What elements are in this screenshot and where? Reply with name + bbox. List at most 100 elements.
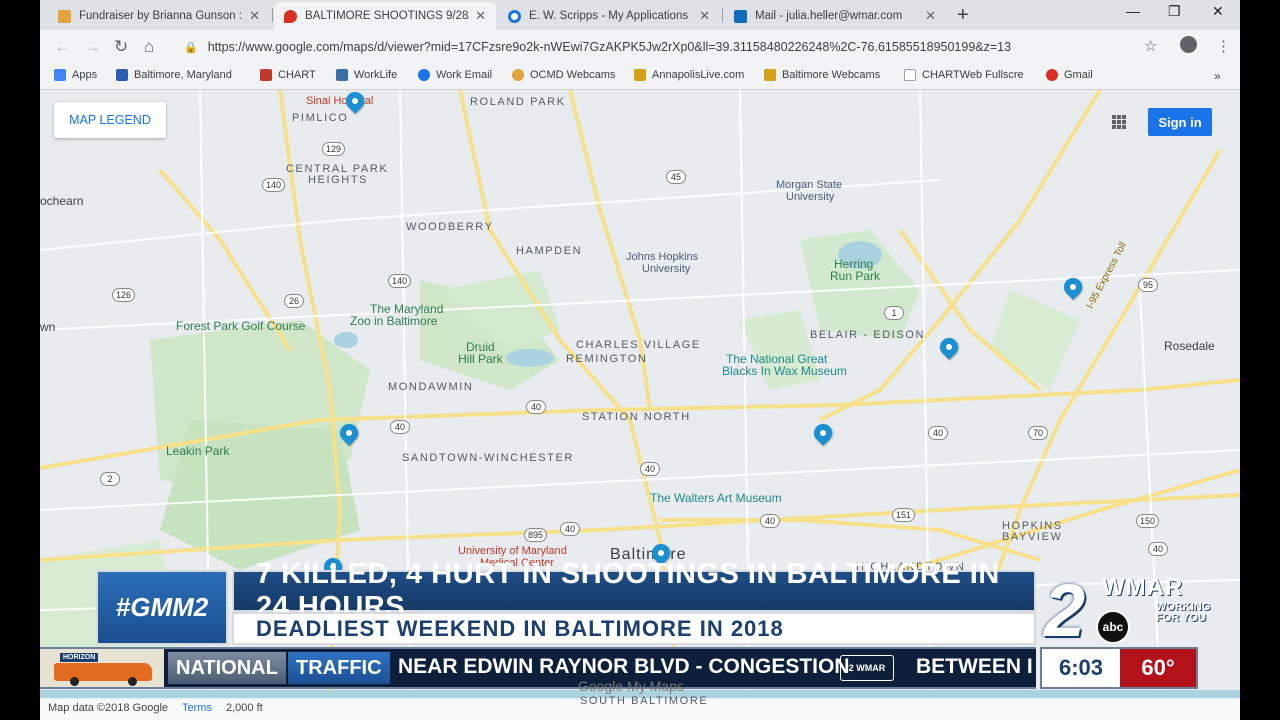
clock: 6:03: [1042, 649, 1120, 687]
route-shield: 140: [262, 178, 286, 192]
route-shield: 151: [892, 508, 916, 522]
headline: 7 KILLED, 4 HURT IN SHOOTINGS IN BALTIMO…: [232, 558, 1036, 623]
bookmark-gmail[interactable]: Gmail: [1046, 69, 1093, 81]
route-shield: 1: [884, 306, 904, 320]
label-hampden: HAMPDEN: [516, 245, 583, 257]
temperature: 60°: [1120, 649, 1196, 687]
bookmark-worklife[interactable]: WorkLife: [336, 69, 397, 81]
bookmark-label: WorkLife: [354, 69, 398, 81]
toolbar: ← → ↻ ⌂ 🔒 https://www.google.com/maps/d/…: [40, 30, 1240, 64]
bookmark-ocmd-webcams[interactable]: OCMD Webcams: [512, 69, 615, 81]
bookmark-chartweb[interactable]: CHARTWeb Fullscre: [904, 69, 1024, 81]
bookmark-baltimore-webcams[interactable]: Baltimore Webcams: [764, 69, 880, 81]
map-data-attribution: Map data ©2018 Google: [48, 702, 169, 714]
label-mondawmin: MONDAWMIN: [388, 381, 474, 393]
route-shield: 129: [322, 142, 346, 156]
tab-baltimore-shootings[interactable]: BALTIMORE SHOOTINGS 9/28/1 ✕: [274, 2, 496, 30]
star-icon[interactable]: ☆: [1144, 37, 1157, 55]
tab-title: E. W. Scripps - My Applications: [529, 10, 689, 22]
tab-title: Mail - julia.heller@wmar.com: [755, 10, 903, 22]
ticker-text: NEAR EDWIN RAYNOR BLVD - CONGESTION: [398, 655, 850, 678]
page-icon: [904, 69, 916, 81]
label-south-baltimore: SOUTH BALTIMORE: [580, 695, 709, 707]
lower-third: #GMM2 7 KILLED, 4 HURT IN SHOOTINGS IN B…: [96, 558, 1036, 645]
label-sandtown: SANDTOWN-WINCHESTER: [402, 452, 574, 464]
bookmark-work-email[interactable]: Work Email: [418, 69, 492, 81]
bookmark-icon: [764, 69, 776, 81]
route-shield: 70: [1028, 426, 1048, 440]
bookmark-chart[interactable]: CHART: [260, 69, 316, 81]
address-bar[interactable]: 🔒 https://www.google.com/maps/d/viewer?m…: [172, 34, 1142, 60]
sponsor-name: HORIZON: [60, 653, 99, 662]
close-icon[interactable]: ✕: [475, 8, 486, 24]
google-my-maps-watermark: Google My Maps: [578, 678, 684, 694]
close-icon[interactable]: ✕: [925, 8, 936, 24]
sponsor-logo: HORIZON: [40, 649, 164, 687]
close-window-button[interactable]: ✕: [1212, 3, 1224, 20]
gofundme-icon: [58, 9, 71, 23]
screen: Fundraiser by Brianna Gunson : S ✕ BALTI…: [0, 0, 1280, 720]
route-shield: 26: [284, 294, 304, 308]
tab-separator: [722, 8, 723, 22]
outlook-icon: [734, 9, 747, 23]
google-apps-icon[interactable]: [1112, 115, 1126, 129]
route-shield: 40: [760, 514, 780, 528]
terms-link[interactable]: Terms: [182, 702, 212, 714]
label-woodberry: WOODBERRY: [406, 221, 494, 233]
show-hashtag: #GMM2: [96, 570, 228, 645]
bookmark-label: AnnapolisLive.com: [652, 69, 745, 81]
route-shield: 150: [1136, 514, 1160, 528]
label-morgan-state-2: University: [786, 191, 835, 203]
route-shield: 45: [666, 170, 686, 184]
ticker-text-next: BETWEEN I: [916, 655, 1033, 678]
new-tab-button[interactable]: +: [957, 4, 969, 27]
minimize-button[interactable]: —: [1126, 3, 1140, 19]
label-belair-edison: BELAIR - EDISON: [810, 329, 926, 341]
label-roland-park: ROLAND PARK: [470, 96, 566, 108]
bookmark-label: OCMD Webcams: [530, 69, 616, 81]
profile-icon[interactable]: [1180, 36, 1197, 53]
abc-logo: abc: [1096, 610, 1130, 644]
map-legend-button[interactable]: MAP LEGEND: [54, 102, 166, 138]
tab-scripps[interactable]: E. W. Scripps - My Applications ✕: [498, 2, 720, 30]
more-bookmarks-icon[interactable]: »: [1214, 69, 1221, 83]
scripps-icon: [508, 9, 521, 23]
tab-mail[interactable]: Mail - julia.heller@wmar.com ✕: [724, 2, 946, 30]
news-ticker: HORIZON NATIONAL TRAFFIC NEAR EDWIN RAYN…: [40, 647, 1036, 689]
label-ochearn: ochearn: [40, 194, 84, 208]
tab-title: Fundraiser by Brianna Gunson : S: [79, 10, 244, 22]
bookmark-label: Baltimore, Maryland: [134, 69, 232, 81]
route-shield: 40: [928, 426, 948, 440]
bookmark-label: Baltimore Webcams: [782, 69, 881, 81]
sign-in-button[interactable]: Sign in: [1148, 108, 1212, 136]
close-icon[interactable]: ✕: [249, 8, 260, 24]
ticker-traffic-label: TRAFFIC: [288, 652, 390, 684]
wheel-icon: [128, 677, 137, 686]
maximize-button[interactable]: ❐: [1168, 3, 1181, 20]
menu-icon[interactable]: ⋮: [1216, 37, 1231, 55]
station-number: 2: [1044, 569, 1086, 652]
ticker-station-logo: 2 WMAR: [840, 655, 894, 681]
tab-fundraiser[interactable]: Fundraiser by Brianna Gunson : S ✕: [48, 2, 270, 30]
route-shield: 40: [526, 400, 546, 414]
bookmark-icon: [116, 69, 128, 81]
close-icon[interactable]: ✕: [699, 8, 710, 24]
lock-icon: 🔒: [184, 41, 198, 54]
back-button[interactable]: ←: [54, 37, 71, 57]
label-forest-park-golf: Forest Park Golf Course: [176, 319, 306, 333]
bookmarks-bar: Apps Baltimore, Maryland CHART WorkLife …: [40, 64, 1240, 90]
bookmark-baltimore-maryland[interactable]: Baltimore, Maryland: [116, 69, 232, 81]
forward-button[interactable]: →: [84, 37, 101, 57]
label-rosedale: Rosedale: [1164, 339, 1215, 353]
bookmark-label: CHARTWeb Fullscre: [922, 69, 1024, 81]
home-button[interactable]: ⌂: [144, 37, 154, 57]
station-tagline: WORKING FOR YOU: [1156, 602, 1210, 624]
route-shield: 895: [524, 528, 548, 542]
bookmark-icon: [634, 69, 646, 81]
bookmark-apps[interactable]: Apps: [54, 69, 97, 81]
station-logo: 2 abc WMAR WORKING FOR YOU: [1044, 569, 1210, 652]
reload-button[interactable]: ↻: [114, 37, 128, 57]
label-maryland-zoo-2: Zoo in Baltimore: [350, 314, 438, 328]
label-remington: REMINGTON: [566, 353, 648, 365]
bookmark-annapolislive[interactable]: AnnapolisLive.com: [634, 69, 744, 81]
